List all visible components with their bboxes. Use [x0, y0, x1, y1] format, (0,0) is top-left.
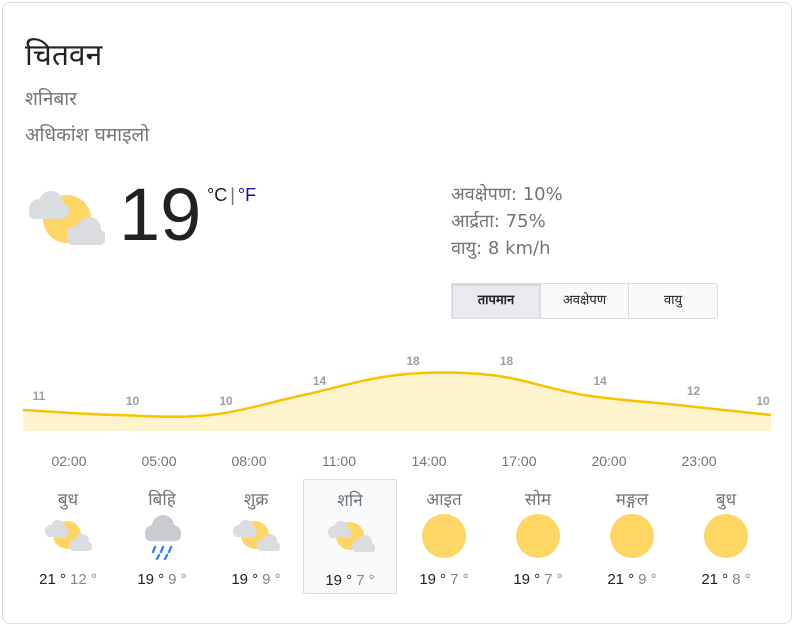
- forecast-low: 7 °: [544, 571, 563, 588]
- sunny-icon: [422, 514, 466, 558]
- tab-wind[interactable]: वायु: [629, 284, 717, 318]
- forecast-high: 19 °: [513, 571, 541, 588]
- forecast-low: 9 °: [168, 571, 187, 588]
- forecast-day-7[interactable]: बुध 21 ° 8 °: [679, 479, 773, 594]
- unit-toggle: °C | °F: [207, 185, 256, 206]
- fahrenheit-link[interactable]: °F: [238, 185, 256, 205]
- forecast-high: 19 °: [419, 571, 447, 588]
- hour-label: 17:00: [501, 453, 537, 469]
- tab-precipitation[interactable]: अवक्षेपण: [541, 284, 629, 318]
- forecast-low: 7 °: [450, 571, 469, 588]
- temperature-data-label: 10: [219, 394, 233, 408]
- temperature-data-label: 14: [313, 374, 327, 388]
- forecast-low: 9 °: [638, 571, 657, 588]
- forecast-high: 21 °: [607, 571, 635, 588]
- current-day: शनिबार: [25, 88, 77, 110]
- forecast-day-name: मङ्गल: [615, 490, 649, 510]
- hour-label: 23:00: [681, 453, 717, 469]
- hour-label: 20:00: [591, 453, 627, 469]
- forecast-high: 19 °: [137, 571, 165, 588]
- temperature-data-label: 10: [126, 394, 140, 408]
- chart-tabs: तापमान अवक्षेपण वायु: [451, 283, 718, 319]
- hour-label: 02:00: [51, 453, 87, 469]
- forecast-temps: 19 ° 7 °: [491, 571, 585, 588]
- forecast-temps: 21 ° 8 °: [679, 571, 773, 588]
- tab-temperature[interactable]: तापमान: [452, 284, 541, 318]
- forecast-high: 21 °: [39, 571, 66, 588]
- partly-cloudy-icon: [45, 520, 92, 551]
- weather-details: अवक्षेपण: 10% आर्द्रता: 75% वायु: 8 km/h: [451, 181, 563, 262]
- forecast-day-name: आइत: [426, 490, 462, 510]
- temperature-data-label: 11: [33, 389, 46, 403]
- sunny-icon: [610, 514, 654, 558]
- wind-text: वायु: 8 km/h: [451, 238, 551, 259]
- rain-icon: [145, 515, 181, 561]
- current-temperature: 19: [119, 173, 202, 256]
- forecast-low: 12 °: [70, 571, 97, 588]
- forecast-day-2[interactable]: शुक्र 19 ° 9 °: [209, 479, 303, 594]
- forecast-day-name: शनि: [337, 491, 363, 511]
- temperature-data-label: 12: [687, 384, 701, 398]
- forecast-day-1[interactable]: बिहि 19 ° 9 °: [115, 479, 209, 594]
- forecast-day-5[interactable]: सोम 19 ° 7 °: [491, 479, 585, 594]
- forecast-low: 7 °: [356, 572, 375, 589]
- humidity-text: आर्द्रता: 75%: [451, 211, 546, 232]
- forecast-day-name: बुध: [715, 490, 737, 510]
- temperature-data-label: 18: [406, 354, 420, 368]
- celsius-unit[interactable]: °C: [207, 185, 227, 205]
- temperature-data-label: 18: [500, 354, 514, 368]
- forecast-temps: 19 ° 9 °: [209, 571, 303, 588]
- forecast-day-name: शुक्र: [243, 490, 269, 510]
- forecast-day-3[interactable]: शनि 19 ° 7 °: [303, 479, 397, 594]
- partly-cloudy-icon: [328, 521, 375, 552]
- forecast-day-name: बुध: [57, 490, 79, 510]
- forecast-temps: 19 ° 9 °: [115, 571, 209, 588]
- unit-separator: |: [230, 185, 235, 205]
- location-title: चितवन: [25, 38, 103, 73]
- sunny-icon: [704, 514, 748, 558]
- hour-label: 11:00: [322, 453, 356, 469]
- hour-label: 14:00: [411, 453, 447, 469]
- forecast-temps: 21 ° 12 °: [21, 571, 115, 588]
- sunny-icon: [516, 514, 560, 558]
- forecast-day-name: सोम: [524, 490, 552, 510]
- forecast-high: 21 °: [701, 571, 729, 588]
- hour-axis: 02:00 05:00 08:00 11:00 14:00 17:00 20:00 23:00: [3, 453, 800, 473]
- partly-cloudy-icon: [233, 520, 280, 551]
- precipitation-text: अवक्षेपण: 10%: [451, 184, 563, 205]
- forecast-temps: 19 ° 7 °: [304, 572, 396, 589]
- forecast-temps: 21 ° 9 °: [585, 571, 679, 588]
- weather-card: चितवन शनिबार अधिकांश घमाइलो 19 °C | °F अवक…: [2, 2, 792, 624]
- forecast-day-name: बिहि: [148, 490, 176, 510]
- hour-label: 05:00: [141, 453, 177, 469]
- forecast-high: 19 °: [231, 571, 259, 588]
- temperature-data-label: 10: [756, 394, 770, 408]
- hour-label: 08:00: [231, 453, 267, 469]
- partly-cloudy-icon: [29, 191, 105, 245]
- forecast-day-4[interactable]: आइत 19 ° 7 °: [397, 479, 491, 594]
- forecast-high: 19 °: [325, 572, 353, 589]
- weather-condition: अधिकांश घमाइलो: [25, 124, 150, 146]
- temperature-data-label: 14: [593, 374, 607, 388]
- forecast-day-0[interactable]: बुध 21 ° 12 °: [21, 479, 115, 594]
- daily-forecast: बुध 21 ° 12 ° बिहि 19 ° 9 ° शुक्र 19 ° 9 ° शनि 19 …: [21, 479, 781, 595]
- forecast-day-6[interactable]: मङ्गल 21 ° 9 °: [585, 479, 679, 594]
- forecast-low: 9 °: [262, 571, 281, 588]
- temperature-chart: 11 10 10 14 18 18 14 12 10: [22, 354, 772, 431]
- forecast-temps: 19 ° 7 °: [397, 571, 491, 588]
- forecast-low: 8 °: [732, 571, 751, 588]
